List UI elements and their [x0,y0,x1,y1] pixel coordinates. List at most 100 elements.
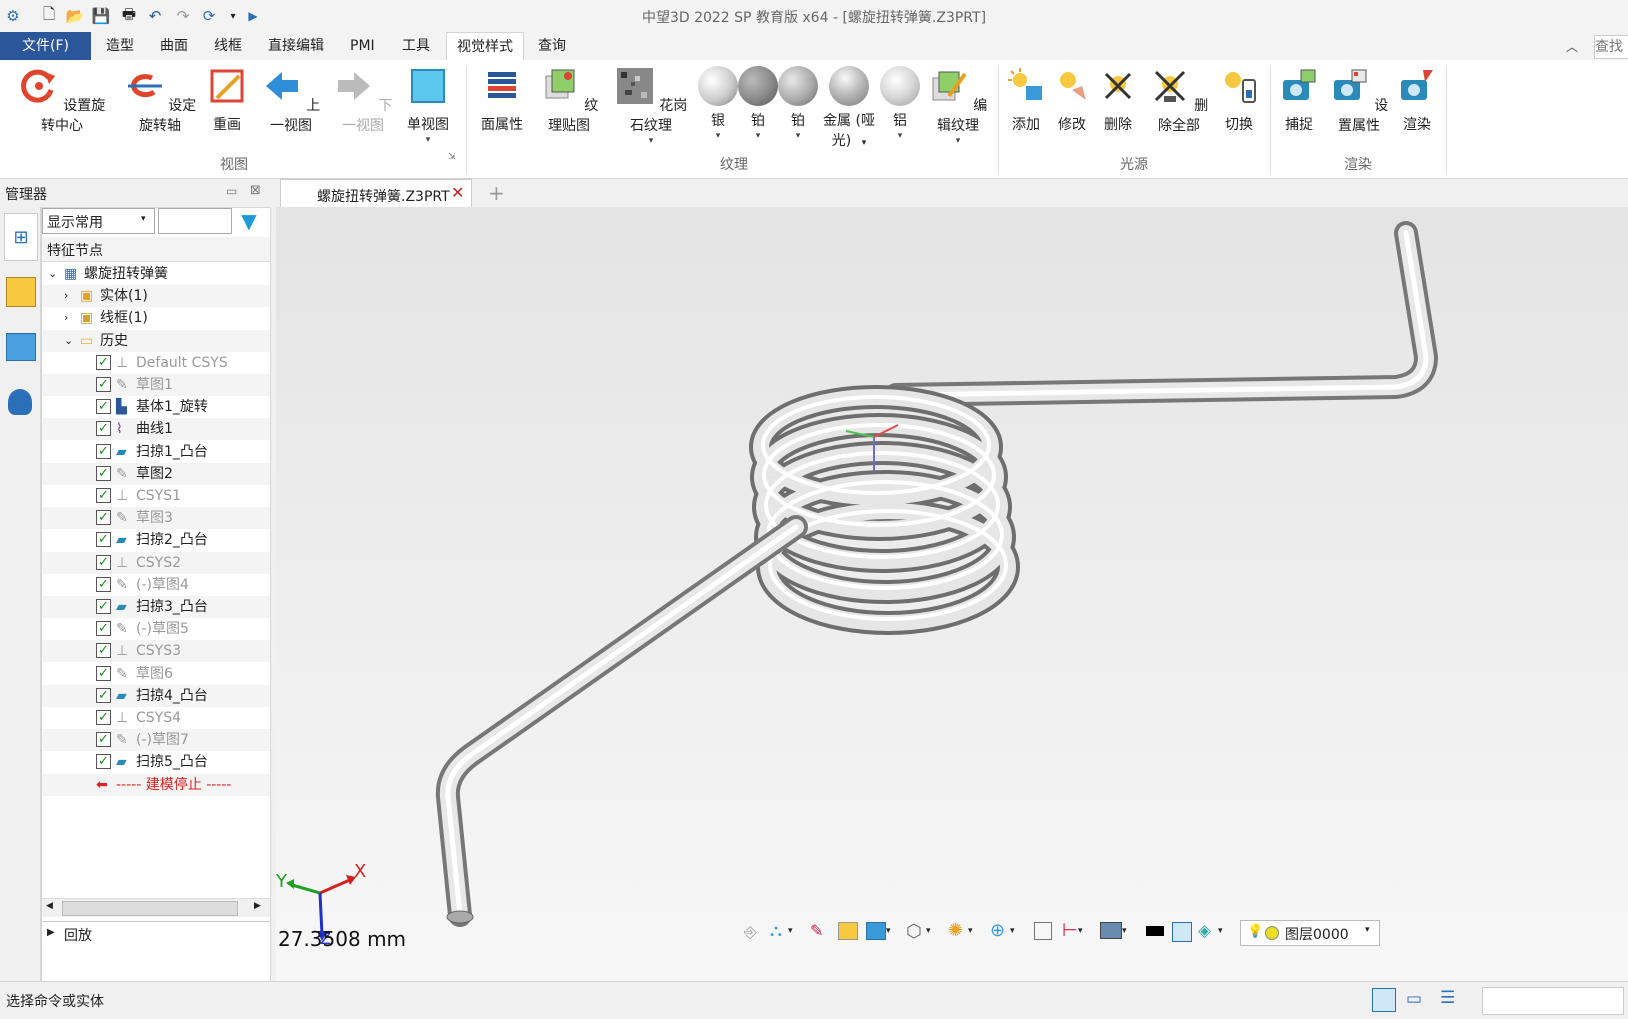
matte-metal-material-button[interactable]: 金属 (哑 光) ▾ [818,66,880,150]
visibility-checkbox[interactable]: ✓ [96,643,111,659]
visibility-checkbox[interactable]: ✓ [96,665,111,681]
file-menu[interactable]: 文件(F) [0,32,91,60]
tree-row[interactable]: ✓ ⊥ Default CSYS [42,352,270,374]
dialog-launcher-icon[interactable]: ⇲ [448,152,456,162]
redraw-button[interactable]: 重画 [204,66,250,134]
tab-query[interactable]: 查询 [528,32,576,60]
scroll-left-icon[interactable]: ◀ [46,901,53,911]
visibility-checkbox[interactable]: ✓ [96,599,111,614]
expand-open-icon[interactable]: ⌄ [64,330,73,352]
delete-all-lights-button[interactable]: 删除全部 [1146,66,1212,135]
playback-section[interactable]: ▶ 回放 [42,921,270,948]
dropdown-arrow-icon[interactable]: ▾ [968,926,973,936]
layer-select[interactable]: 💡 图层0000 ▾ [1240,920,1380,946]
exit-icon[interactable]: ⎆ [744,922,757,942]
visibility-checkbox[interactable]: ✓ [96,354,111,370]
tree-row[interactable]: ✓ ✎ 草图6 [42,663,270,685]
silver-material-button[interactable]: 银 ▾ [698,66,738,141]
visibility-checkbox[interactable]: ✓ [96,421,111,437]
tab-surface[interactable]: 曲面 [150,32,198,60]
tree-toggle-icon[interactable] [1372,988,1396,1012]
expand-open-icon[interactable]: ⌄ [48,263,57,285]
tab-modeling[interactable]: 造型 [96,32,144,60]
section-view-icon[interactable]: ✺ [948,920,963,941]
tree-row[interactable]: ✓ ⊥ CSYS1 [42,485,270,507]
granite-texture-button[interactable]: 花岗石纹理 ▾ [608,66,694,146]
dropdown-arrow-icon[interactable]: ▾ [1078,926,1083,936]
tree-row[interactable]: ✓ ✎ 草图2 [42,462,270,485]
collapse-ribbon-icon[interactable]: ︿ [1566,38,1578,55]
tree-search-input[interactable] [158,208,232,234]
delete-light-button[interactable]: 删除 [1098,66,1138,134]
measure-icon[interactable]: ⊢ [1062,920,1078,941]
list-view-icon[interactable]: ☰ [1440,988,1455,1008]
tree-row[interactable]: ✓ ✎ (-)草图4 [42,574,270,596]
filter-select-icon[interactable]: ⛬ [770,921,782,941]
tree-row[interactable]: ✓ ▰ 扫掠2_凸台 [42,529,270,551]
tree-row[interactable]: › ▣ 实体(1) [42,285,270,308]
tree-row[interactable]: ✓ ▰ 扫掠1_凸台 [42,441,270,463]
pin-panel-icon[interactable]: ▭ [226,184,237,198]
monitor-icon[interactable]: ▭ [1406,989,1422,1009]
dropdown-arrow-icon[interactable]: ▾ [1122,926,1127,936]
tab-direct-edit[interactable]: 直接编辑 [258,32,334,60]
tree-row[interactable]: ✓ ▰ 扫掠4_凸台 [42,684,270,707]
spring-model[interactable] [276,207,1628,981]
dropdown-arrow-icon[interactable]: ▾ [1010,926,1015,936]
dropdown-arrow-icon[interactable]: ▾ [608,136,694,146]
tree-row[interactable]: ✓ ⊥ CSYS4 [42,707,270,729]
history-tree-tab-icon[interactable]: ⊞ [4,213,38,261]
dropdown-arrow-icon[interactable]: ▾ [926,926,931,936]
background-color-icon[interactable] [1172,922,1192,942]
visibility-checkbox[interactable]: ✓ [96,532,111,548]
dropdown-arrow-icon[interactable]: ▾ [400,135,456,145]
render-settings-button[interactable]: 设置属性 [1326,66,1392,135]
visibility-checkbox[interactable]: ✓ [96,710,111,725]
visibility-checkbox[interactable]: ✓ [96,732,111,748]
platinum-material-button[interactable]: 铂 ▾ [738,66,778,141]
platinum-material-2-button[interactable]: 铂 ▾ [778,66,818,141]
command-input[interactable] [1482,987,1624,1015]
capture-button[interactable]: 捕捉 [1278,66,1320,134]
tab-visual-style[interactable]: 视觉样式 [446,32,524,61]
view-cube-icon[interactable]: ⬡ [906,921,922,942]
visibility-checkbox[interactable]: ✓ [96,399,111,415]
tree-row[interactable]: ⌄ ▦ 螺旋扭转弹簧 [42,263,270,285]
edit-texture-button[interactable]: 编辑纹理 ▾ [926,66,990,146]
tree-row[interactable]: ✓ ✎ 草图1 [42,374,270,396]
visibility-checkbox[interactable]: ✓ [96,488,111,503]
visibility-checkbox[interactable]: ✓ [96,377,111,392]
tree-row[interactable]: ✓ ▰ 扫掠5_凸台 [42,751,270,773]
display-icon[interactable] [1100,922,1122,939]
single-view-button[interactable]: 单视图 ▾ [400,66,456,145]
tree-row[interactable]: ✓ ⊥ CSYS2 [42,551,270,574]
dropdown-arrow-icon[interactable]: ▾ [926,136,990,146]
render-button[interactable]: 渲染 [1396,66,1438,134]
expand-closed-icon[interactable]: › [64,307,68,329]
zoom-icon[interactable]: ⊕ [990,920,1005,941]
expand-closed-icon[interactable]: › [64,285,68,307]
assembly-tab-icon[interactable] [6,277,36,307]
view-manager-tab-icon[interactable] [6,333,36,361]
dropdown-arrow-icon[interactable]: ▾ [778,131,818,141]
visibility-checkbox[interactable]: ✓ [96,510,111,526]
set-rotation-center-button[interactable]: 设置旋转中心 [14,66,110,135]
tree-row[interactable]: ✓ ✎ (-)草图5 [42,618,270,640]
search-input[interactable]: 查找 [1594,35,1628,59]
visibility-checkbox[interactable]: ✓ [96,754,111,770]
texture-map-button[interactable]: 纹理贴图 [534,66,604,135]
layer-stack-icon[interactable]: ◈ [1198,921,1211,941]
dropdown-arrow-icon[interactable]: ▾ [698,131,738,141]
fit-view-icon[interactable] [1034,922,1052,940]
tree-row[interactable]: ✓ ✎ 草图3 [42,507,270,530]
dropdown-arrow-icon[interactable]: ▾ [880,131,920,141]
dropdown-arrow-icon[interactable]: ▾ [738,131,778,141]
dropdown-arrow-icon[interactable]: ▾ [886,926,891,936]
tree-row[interactable]: ✓ ✎ (-)草图7 [42,729,270,752]
scrollbar-thumb[interactable] [62,901,238,916]
face-attribute-button[interactable]: 面属性 [474,66,530,134]
tree-row[interactable]: ✓ ▰ 扫掠3_凸台 [42,596,270,618]
visibility-checkbox[interactable]: ✓ [96,576,111,592]
tab-tools[interactable]: 工具 [392,32,440,60]
visibility-checkbox[interactable]: ✓ [96,443,111,459]
